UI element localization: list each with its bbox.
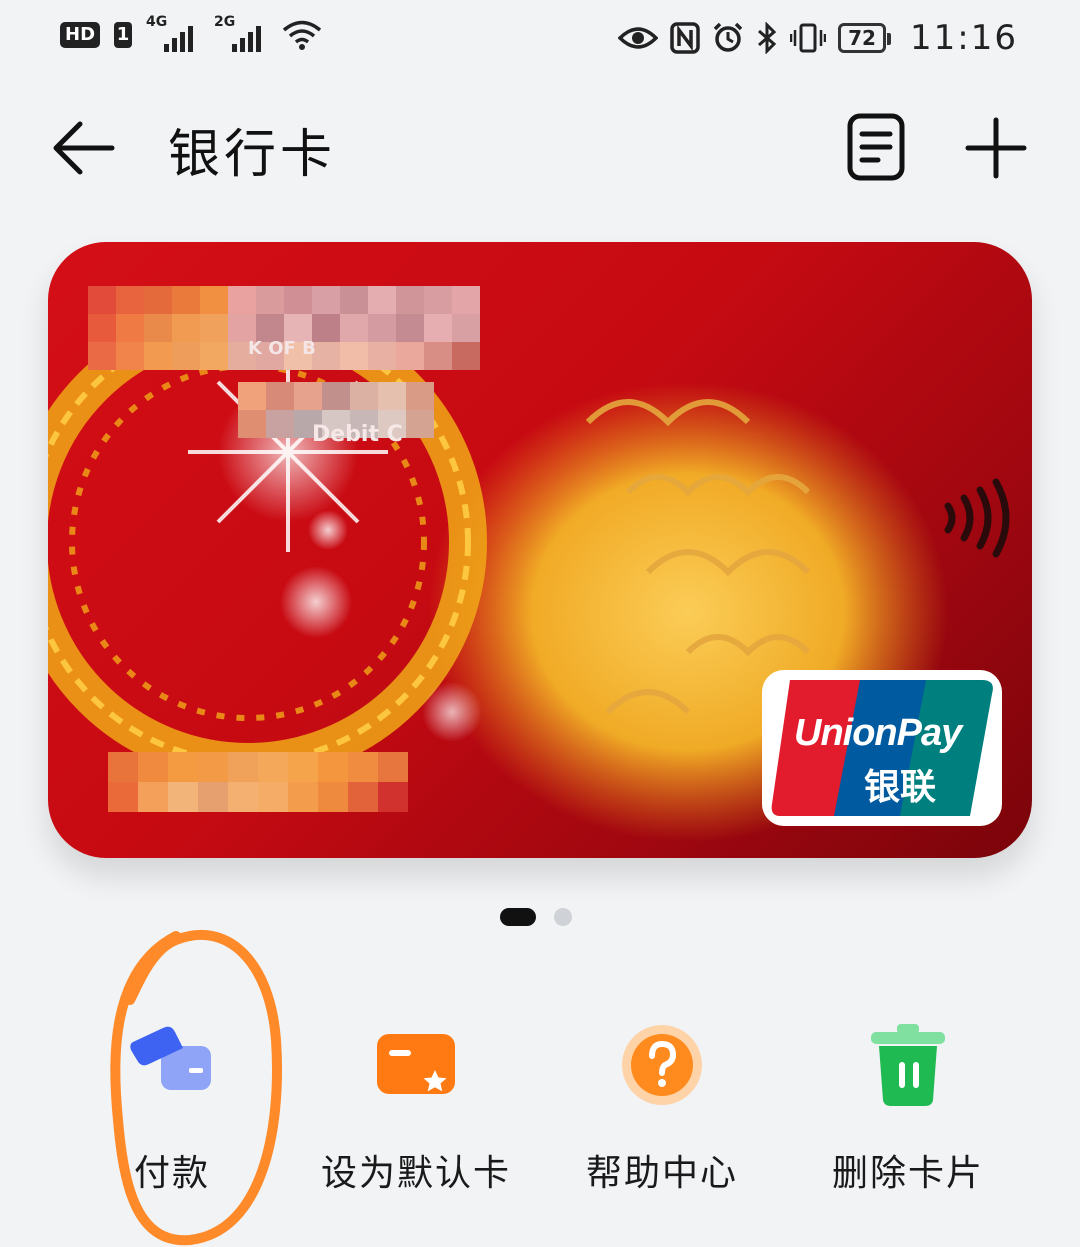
pay-label: 付款 — [133, 1153, 210, 1194]
delete-card-label: 删除卡片 — [831, 1153, 984, 1194]
help-center-label: 帮助中心 — [585, 1153, 738, 1194]
set-default-card-label: 设为默认卡 — [320, 1153, 511, 1194]
battery-icon: 72 — [838, 23, 892, 53]
eye-icon — [618, 27, 659, 49]
status-bar: HD 1 4G 2G 72 11:16 — [0, 0, 1080, 80]
help-center-button[interactable]: 帮助中心 — [542, 1010, 782, 1200]
sim-badge: 1 — [114, 22, 133, 48]
unionpay-wordmark: UnionPay — [794, 712, 962, 754]
status-left: HD 1 4G 2G — [60, 14, 322, 52]
unionpay-cn-wordmark: 银联 — [864, 767, 937, 808]
document-list-icon — [847, 113, 905, 181]
pager-dot-active[interactable] — [500, 908, 536, 926]
bluetooth-icon — [758, 22, 777, 54]
signal-2g-icon: 2G — [214, 14, 268, 52]
clock: 11:16 — [910, 18, 1018, 58]
unionpay-logo: UnionPay 银联 — [756, 666, 1008, 830]
trash-icon — [871, 1024, 945, 1106]
pager-dot[interactable] — [554, 908, 572, 926]
status-right: 72 11:16 — [618, 18, 1018, 58]
card-bank-text: K OF B — [248, 338, 316, 359]
wifi-icon — [282, 20, 322, 50]
payment-card-icon — [130, 1026, 211, 1090]
add-card-button[interactable] — [964, 116, 1028, 180]
back-button[interactable] — [52, 118, 116, 178]
card-list-button[interactable] — [846, 112, 906, 182]
bank-card-screen: HD 1 4G 2G 72 11:16 银行卡 K OF B Debit C U… — [0, 0, 1080, 1247]
delete-card-button[interactable]: 删除卡片 — [788, 1010, 1028, 1200]
help-icon — [622, 1025, 702, 1105]
bank-card[interactable]: K OF B Debit C UnionPay 银联 — [48, 242, 1032, 858]
arrow-left-icon — [53, 121, 115, 175]
vibrate-icon — [790, 23, 827, 53]
nfc-icon — [670, 22, 700, 54]
default-card-icon — [377, 1034, 455, 1094]
card-type-text: Debit C — [312, 422, 403, 447]
signal-4g-icon: 4G — [146, 14, 200, 52]
card-pager — [500, 908, 572, 926]
set-default-card-button[interactable]: 设为默认卡 — [296, 1010, 536, 1200]
hd-badge: HD — [60, 22, 101, 48]
plus-icon — [965, 117, 1027, 179]
pay-button[interactable]: 付款 — [52, 1010, 292, 1200]
page-title: 银行卡 — [168, 125, 337, 185]
contactless-icon — [944, 478, 1010, 558]
alarm-icon — [713, 22, 743, 52]
blurred-card-number — [108, 752, 408, 812]
